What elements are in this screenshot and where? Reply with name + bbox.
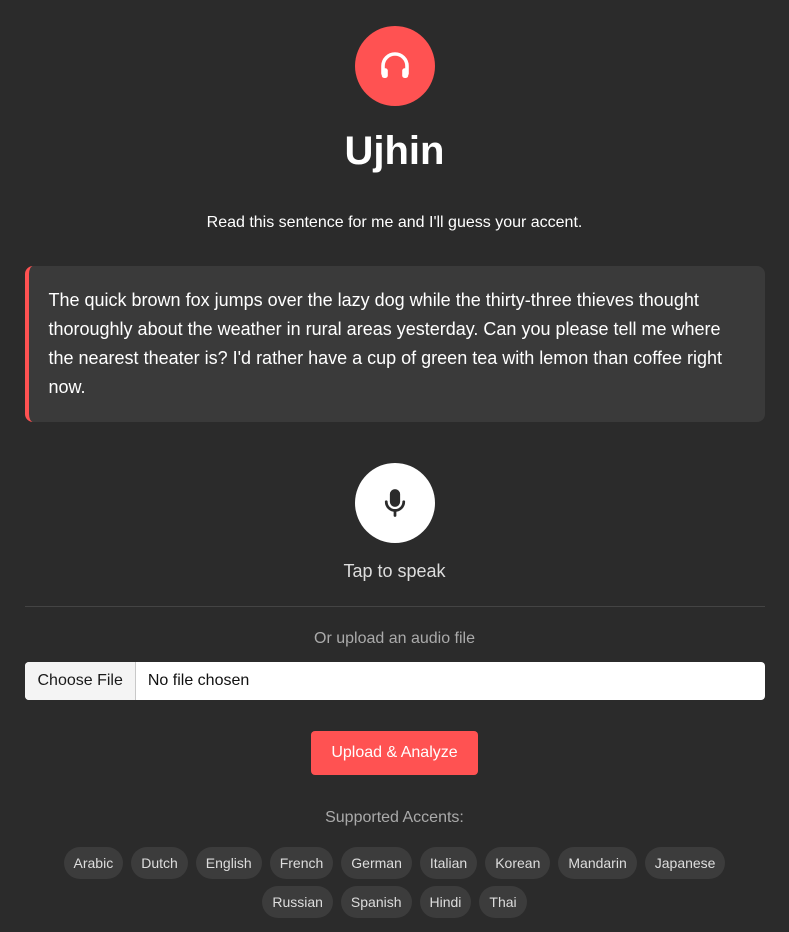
- accent-pill: French: [269, 847, 334, 879]
- accent-pill: Mandarin: [558, 847, 637, 879]
- subtitle: Read this sentence for me and I'll guess…: [206, 214, 583, 231]
- accent-pill: Italian: [419, 847, 478, 879]
- accent-pill: English: [195, 847, 262, 879]
- accent-pill: Thai: [479, 886, 527, 918]
- record-button[interactable]: [354, 463, 435, 543]
- accent-pill: Russian: [262, 886, 333, 918]
- supported-accents-label: Supported Accents:: [325, 809, 464, 826]
- accent-pill: Hindi: [419, 886, 472, 918]
- tap-to-speak-label: Tap to speak: [343, 561, 446, 581]
- file-input[interactable]: Choose File No file chosen: [24, 662, 765, 700]
- headphones-icon: [380, 52, 409, 78]
- upload-analyze-button[interactable]: Upload & Analyze: [311, 731, 478, 775]
- accent-pill: German: [341, 847, 412, 879]
- file-status: No file chosen: [147, 672, 250, 689]
- accent-pill: Arabic: [63, 847, 124, 879]
- upload-label: Or upload an audio file: [314, 630, 475, 647]
- main-container: Ujhin Read this sentence for me and I'll…: [24, 0, 765, 918]
- app-logo: [354, 26, 435, 106]
- app-title: Ujhin: [344, 129, 445, 173]
- microphone-icon: [384, 489, 405, 517]
- accent-pill: Spanish: [340, 886, 412, 918]
- sentence-text: The quick brown fox jumps over the lazy …: [48, 290, 723, 397]
- sentence-card: The quick brown fox jumps over the lazy …: [24, 266, 765, 422]
- choose-file-button[interactable]: Choose File: [24, 662, 136, 700]
- accent-pill: Dutch: [131, 847, 188, 879]
- accent-list: Arabic Dutch English French German Itali…: [25, 847, 765, 918]
- accent-pill: Japanese: [644, 847, 726, 879]
- divider: [24, 606, 765, 607]
- accent-pill: Korean: [485, 847, 551, 879]
